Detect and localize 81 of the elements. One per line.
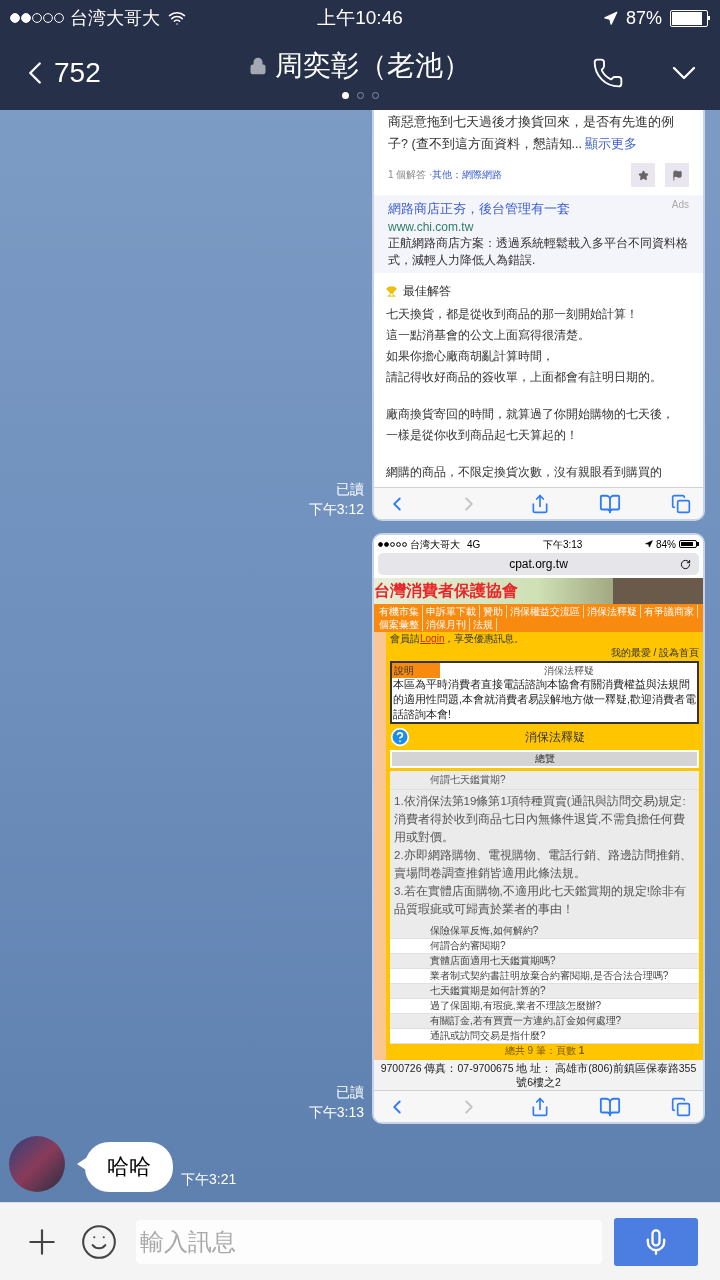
answer-line: 廠商換貨寄回的時間，就算過了你開始購物的七天後， [386,406,675,423]
message-bubble: 哈哈 [85,1142,173,1192]
location-icon [602,10,618,26]
message-time: 下午3:21 [181,1170,237,1189]
help-icon [390,727,410,747]
site-title: 台灣消費者保護協會 [374,581,518,601]
answer-line: 一樣是從你收到商品起七天算起的！ [386,427,579,444]
location-icon [644,540,653,548]
faq-answer: 3.若在實體店面購物,不適用此七天鑑賞期的規定!除非有品質瑕疵或可歸責於業者的事由！ [394,884,687,917]
reload-icon[interactable] [680,558,691,570]
show-more-link[interactable]: 顯示更多 [585,137,638,151]
chat-title: 周奕彰（老池） [275,49,471,83]
battery-icon [670,9,710,27]
section-title: 消保法釋疑 [523,729,586,746]
faq-answer: 1.依消保法第19條第1項特種買賣(通訊與訪問交易)規定:消費者得於收到商品七日內無條件退貨,不需負擔任何費用或對價。 [394,794,687,845]
intro-tab: 說明 [392,662,440,678]
faq-question[interactable]: 通訊或訪問交易是指什麼? [390,1029,699,1044]
tabs-icon[interactable] [671,1096,691,1117]
bookmarks-icon[interactable] [599,492,622,515]
faq-question[interactable]: 過了保固期,有瑕疵,業者不理該怎麼辦? [390,999,699,1014]
faq-question[interactable]: 何謂七天鑑賞期? [390,771,699,790]
favorite-links[interactable]: 我的最愛 / 設為首頁 [390,646,699,660]
status-time: 上午10:46 [317,5,403,30]
battery-percent: 84% [655,537,676,552]
message-time: 下午3:13 [308,1103,364,1122]
star-icon [637,169,649,181]
phone-icon[interactable] [592,57,624,89]
back-button[interactable]: 752 [16,52,101,94]
faq-answer: 2.亦即網路購物、電視購物、電話行銷、路邊訪問推銷、賣場問卷調查推銷皆適用此條法規。 [394,848,693,881]
mic-button[interactable] [614,1217,698,1266]
answer-line: 如果你擔心廠商胡亂計算時間， [386,348,555,365]
message-input[interactable]: 輸入訊息 [136,1219,602,1264]
avatar[interactable] [9,1136,65,1192]
member-text: 會員請Login，享受優惠訊息。 [390,632,526,646]
emoji-icon[interactable] [80,1222,118,1261]
overview-bar: 總覽 [392,752,697,766]
intro-text: 本區為平時消費者直接電話諮詢本協會有關消費權益與法規間的適用性問題,本會就消費者易誤解地方做一釋疑,歡迎消費者電話諮詢本會! [392,677,697,722]
ad-url: www.chi.com.tw [388,219,475,235]
answer-line: 這一點消基會的公文上面寫得很清楚。 [386,327,591,344]
faq-question[interactable]: 保險保單反悔,如何解約? [390,924,699,939]
read-receipt: 已讀 [336,480,364,499]
answer-line: 七天換貨，都是從收到商品的那一刻開始計算！ [386,306,639,323]
footer-contact: 9700726 傳真：07-9700675 地 址： 高雄市(806)前鎮區保泰路355號6樓之2 [374,1060,703,1090]
ad-title-link[interactable]: 網路商店正夯，後台管理有一套 [388,199,570,219]
category-link[interactable]: 其他：網際網路 [432,164,503,186]
signal-icon [378,541,407,547]
url-field[interactable]: cpat.org.tw [378,553,699,575]
battery-icon [679,540,699,548]
pager-text: 總共 9 筆：頁數 1 [503,1044,586,1058]
login-link[interactable]: Login [420,633,445,644]
tabs-icon[interactable] [671,493,691,514]
ad-label: Ads [671,199,689,211]
carrier-name: 台湾大哥大 [70,6,160,30]
answer-line: 請記得收好商品的簽收單，上面都會有註明日期的。 [386,369,663,386]
screenshot-card[interactable] [372,110,705,521]
star-button[interactable] [631,163,655,187]
carrier-name: 台湾大哥大 [410,537,460,552]
intro-heading: 消保法釋疑 [542,663,595,678]
ad-description: 正航網路商店方案：透過系統輕鬆載入多平台不同資料格式，減輕人力降低人為錯誤. [388,235,689,269]
faq-question[interactable]: 業者制式契約書註明放棄合約審閱期,是否合法合理嗎? [390,969,699,984]
faq-question[interactable]: 何謂合約審閱期? [390,939,699,954]
answer-count: 1 個解答 · [388,168,433,182]
message-time: 下午3:12 [308,500,364,519]
question-text: 商惡意拖到七天過後才換貨回來，是否有先進的例子? (查不到這方面資料，懇請知... 顯示更多 [388,114,675,153]
faq-question[interactable]: 實體店面適用七天鑑賞期嗎? [390,954,699,969]
flag-button[interactable] [665,163,689,187]
best-answer-heading: 最佳解答 [403,283,451,300]
faq-question[interactable]: 七天鑑賞期是如何計算的? [390,984,699,999]
faq-question[interactable]: 有關訂金,若有買賣一方違約,訂金如何處理? [390,1014,699,1029]
lock-icon [249,57,267,75]
battery-percent: 87% [625,6,662,30]
screenshot-card[interactable] [372,533,705,1124]
answer-line: 網購的商品，不限定換貨次數，沒有親眼看到購買的 [386,464,663,481]
bookmarks-icon[interactable] [599,1095,622,1118]
network-type: 4G [467,537,481,552]
read-receipt: 已讀 [336,1083,364,1102]
signal-icon [10,13,64,23]
wifi-icon [168,9,186,27]
flag-icon [671,169,683,181]
trophy-icon [386,286,397,297]
status-time: 下午3:13 [542,537,583,552]
